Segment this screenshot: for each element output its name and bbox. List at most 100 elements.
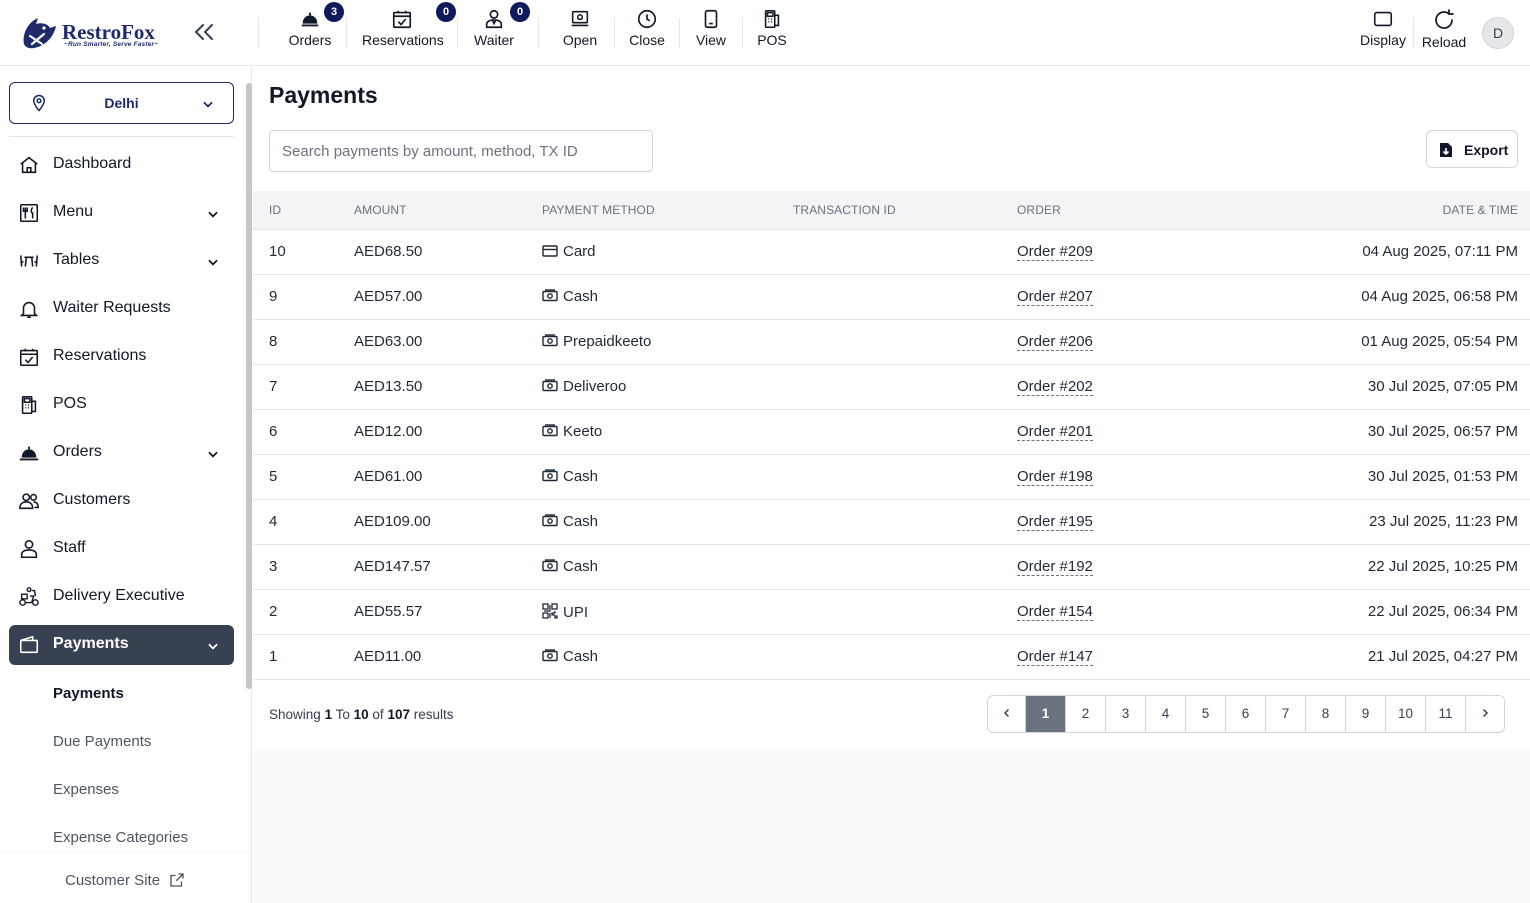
column-header-id: ID <box>269 202 282 217</box>
sidebar-scrollbar[interactable] <box>246 83 252 689</box>
pagination-page-button[interactable]: 7 <box>1266 696 1306 732</box>
cell-payment-method: Cash <box>542 499 793 544</box>
pagination-next-button[interactable] <box>1466 696 1504 732</box>
users-icon <box>19 493 39 510</box>
order-link[interactable]: Order #201 <box>1017 423 1093 441</box>
pagination-page-button[interactable]: 3 <box>1106 696 1146 732</box>
table-row[interactable]: 8 AED63.00 Prepaidkeeto Order #206 01 Aug 20… <box>253 319 1530 364</box>
page-title: Payments <box>269 82 378 108</box>
sidebar-item-payments[interactable]: Payments <box>9 625 234 665</box>
pagination-page-button[interactable]: 4 <box>1146 696 1186 732</box>
payment-method-label: Deliveroo <box>563 378 627 395</box>
export-button[interactable]: Export <box>1426 130 1518 168</box>
cell-date-time: 30 Jul 2025, 01:53 PM <box>1367 468 1518 485</box>
sidebar-item-dashboard[interactable]: Dashboard <box>9 145 234 185</box>
sidebar-item-label: Orders <box>53 443 102 460</box>
order-link[interactable]: Order #207 <box>1017 288 1093 306</box>
cell-date-time: 04 Aug 2025, 06:58 PM <box>1361 288 1518 305</box>
location-selector[interactable]: Delhi <box>9 82 234 124</box>
table-row[interactable]: 3 AED147.57 Cash Order #192 22 Jul 2025, 10:… <box>253 544 1530 589</box>
order-link[interactable]: Order #198 <box>1017 468 1093 486</box>
toolbar-divider <box>346 18 347 48</box>
view-button[interactable]: View <box>693 8 729 58</box>
person-icon <box>485 9 503 29</box>
sidebar-item-pos[interactable]: POS <box>9 385 234 425</box>
collapse-sidebar-icon[interactable] <box>192 20 216 44</box>
calendar-check-icon <box>392 10 412 29</box>
display-button[interactable]: Display <box>1359 8 1407 58</box>
pagination-page-button[interactable]: 11 <box>1426 696 1467 732</box>
sidebar-item-tables[interactable]: Tables <box>9 241 234 281</box>
table-row[interactable]: 9 AED57.00 Cash Order #207 04 Aug 2025, 06:5… <box>253 274 1530 319</box>
cell-order: Order #195 <box>1017 499 1277 544</box>
open-register-button[interactable]: Open <box>560 8 600 58</box>
sidebar-item-customers[interactable]: Customers <box>9 481 234 521</box>
table-row[interactable]: 10 AED68.50 Card Order #209 04 Aug 2025, 07:… <box>253 229 1530 274</box>
order-link[interactable]: Order #202 <box>1017 378 1093 396</box>
sidebar-subitem-payments[interactable]: Payments <box>53 685 124 702</box>
chevron-right-icon <box>1483 708 1489 718</box>
sidebar-subitem-due-payments[interactable]: Due Payments <box>53 733 151 750</box>
close-register-button[interactable]: Close <box>627 8 667 58</box>
view-label: View <box>695 32 727 48</box>
waiter-button[interactable]: Waiter 0 <box>472 2 530 58</box>
order-link[interactable]: Order #195 <box>1017 513 1093 531</box>
pagination-page-button[interactable]: 8 <box>1306 696 1346 732</box>
register-icon <box>571 10 589 27</box>
cell-amount: AED12.00 <box>354 423 423 440</box>
customer-site-label: Customer Site <box>65 872 161 889</box>
table-row[interactable]: 1 AED11.00 Cash Order #147 21 Jul 2025, 04:2… <box>253 634 1530 679</box>
sidebar-subitem-expense-categories[interactable]: Expense Categories <box>53 829 188 846</box>
order-link[interactable]: Order #147 <box>1017 648 1093 666</box>
cash-icon <box>542 288 563 305</box>
sidebar-item-menu[interactable]: Menu <box>9 193 234 233</box>
search-input[interactable] <box>269 130 653 172</box>
table-row[interactable]: 2 AED55.57 UPI Order #154 22 Jul 2025, 06:34… <box>253 589 1530 634</box>
user-avatar[interactable]: D <box>1482 17 1514 49</box>
pos-icon <box>21 395 37 415</box>
table-row[interactable]: 6 AED12.00 Keeto Order #201 30 Jul 2025, 06:… <box>253 409 1530 454</box>
cell-order: Order #192 <box>1017 544 1277 589</box>
pagination-prev-button[interactable] <box>988 696 1026 732</box>
cell-transaction-id <box>793 274 1017 319</box>
cell-id: 6 <box>269 423 278 440</box>
table-row[interactable]: 5 AED61.00 Cash Order #198 30 Jul 2025, 01:5… <box>253 454 1530 499</box>
order-link[interactable]: Order #206 <box>1017 333 1093 351</box>
sidebar-item-label: Payments <box>53 635 129 652</box>
pagination-page-button[interactable]: 1 <box>1026 696 1066 732</box>
orders-button[interactable]: Orders 3 <box>284 2 344 58</box>
cell-amount: AED13.50 <box>354 378 423 395</box>
pagination-page-button[interactable]: 5 <box>1186 696 1226 732</box>
cell-order: Order #207 <box>1017 274 1277 319</box>
table-row[interactable]: 4 AED109.00 Cash Order #195 23 Jul 2025, 11:… <box>253 499 1530 544</box>
sidebar-item-orders[interactable]: Orders <box>9 433 234 473</box>
pagination-page-button[interactable]: 6 <box>1226 696 1266 732</box>
pagination-page-button[interactable]: 2 <box>1066 696 1106 732</box>
cell-amount: AED61.00 <box>354 468 423 485</box>
pagination-page-button[interactable]: 9 <box>1346 696 1386 732</box>
fox-logo-icon <box>23 18 56 49</box>
sidebar-item-waiter-requests[interactable]: Waiter Requests <box>9 289 234 329</box>
sidebar-item-label: Waiter Requests <box>53 299 171 316</box>
table-row[interactable]: 7 AED13.50 Deliveroo Order #202 30 Jul 2025,… <box>253 364 1530 409</box>
sidebar-item-label: Reservations <box>53 347 147 364</box>
sidebar-item-staff[interactable]: Staff <box>9 529 234 569</box>
sidebar-subitem-expenses[interactable]: Expenses <box>53 781 119 798</box>
order-link[interactable]: Order #154 <box>1017 603 1093 621</box>
order-link[interactable]: Order #192 <box>1017 558 1093 576</box>
order-link[interactable]: Order #209 <box>1017 243 1093 261</box>
restrofox-logo[interactable]: RestroFox ~Run Smarter, Serve Faster~ <box>20 14 165 50</box>
cell-payment-method: Cash <box>542 454 793 499</box>
sidebar-item-reservations[interactable]: Reservations <box>9 337 234 377</box>
customer-site-link[interactable]: Customer Site <box>0 851 246 903</box>
bell-icon <box>19 301 39 319</box>
pagination-page-button[interactable]: 10 <box>1386 696 1427 732</box>
sidebar-item-delivery-executive[interactable]: Delivery Executive <box>9 577 234 617</box>
orders-badge: 3 <box>324 2 344 22</box>
cell-transaction-id <box>793 544 1017 589</box>
cell-amount: AED68.50 <box>354 243 423 260</box>
reservations-button[interactable]: Reservations 0 <box>362 2 456 58</box>
reload-button[interactable]: Reload <box>1421 8 1467 58</box>
pos-button[interactable]: POS <box>756 8 788 58</box>
cash-icon <box>542 558 563 575</box>
